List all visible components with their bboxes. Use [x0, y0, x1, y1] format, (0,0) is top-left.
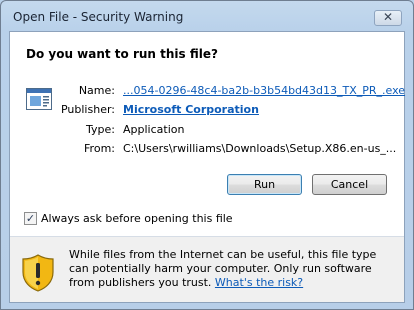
close-icon: ✕ — [382, 10, 394, 24]
type-label: Type: — [86, 123, 115, 136]
checkmark-icon: ✓ — [25, 212, 36, 225]
from-label: From: — [84, 142, 115, 155]
cancel-button[interactable]: Cancel — [312, 174, 387, 195]
file-name-link[interactable]: ...054-0296-48c4-ba2b-b3b54bd43d13_TX_PR… — [123, 84, 405, 97]
title-bar[interactable]: Open File - Security Warning ✕ — [1, 1, 413, 31]
warning-shield-icon — [22, 254, 54, 292]
always-ask-checkbox[interactable]: ✓ — [24, 212, 37, 225]
publisher-link[interactable]: Microsoft Corporation — [123, 103, 259, 116]
type-value: Application — [123, 123, 185, 136]
always-ask-label[interactable]: Always ask before opening this file — [41, 212, 233, 225]
from-value: C:\Users\rwilliams\Downloads\Setup.X86.e… — [123, 142, 397, 155]
window-title: Open File - Security Warning — [13, 10, 184, 24]
publisher-label: Publisher: — [60, 103, 115, 116]
whats-the-risk-link[interactable]: What's the risk? — [215, 276, 303, 289]
name-label: Name: — [78, 84, 115, 97]
close-button[interactable]: ✕ — [374, 10, 402, 26]
warning-panel: While files from the Internet can be use… — [10, 237, 404, 302]
security-warning-dialog: Open File - Security Warning ✕ Do you wa… — [0, 0, 414, 310]
warning-message: While files from the Internet can be use… — [69, 248, 389, 290]
run-button[interactable]: Run — [227, 174, 302, 195]
dialog-content: Do you want to run this file? Name: ...0… — [9, 31, 405, 303]
dialog-heading: Do you want to run this file? — [26, 47, 218, 61]
